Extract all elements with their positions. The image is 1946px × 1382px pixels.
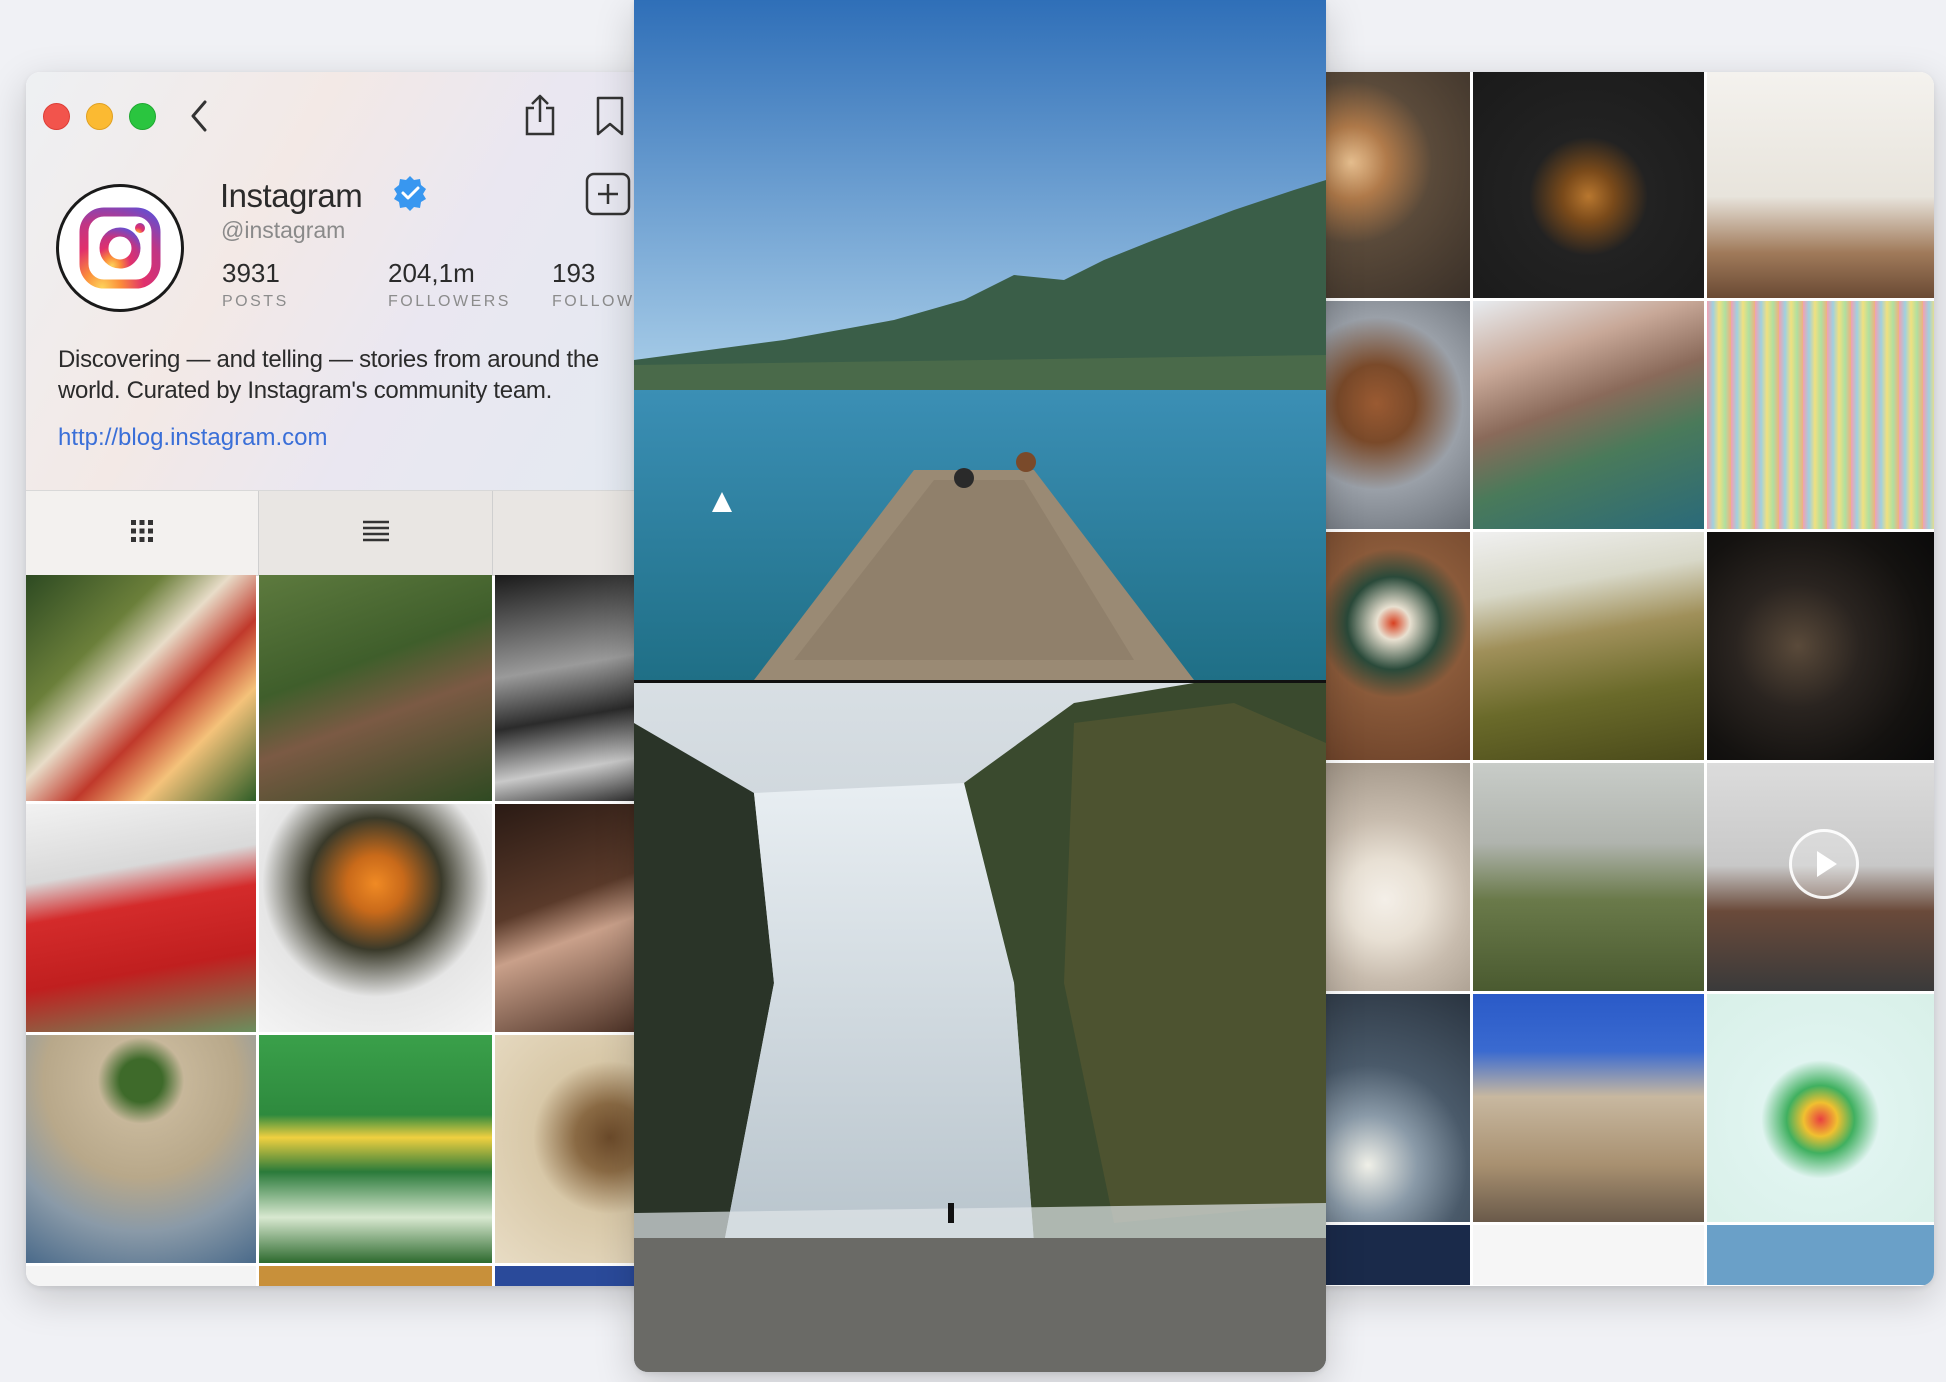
photo-woman-rooftop-video[interactable] — [1707, 763, 1934, 991]
photo-olympic-medals[interactable] — [259, 1035, 492, 1263]
featured-photo-lake-pier[interactable] — [634, 0, 1326, 680]
photo-cat-litter-robot[interactable] — [1707, 72, 1934, 298]
stat-posts-value: 3931 — [222, 258, 280, 288]
stat-posts[interactable]: 3931 POSTS — [222, 258, 289, 311]
explore-grid — [1300, 72, 1934, 1285]
photo-rock-formation[interactable] — [1473, 994, 1704, 1222]
featured-panel — [634, 0, 1326, 1372]
bookmark-icon[interactable] — [592, 94, 628, 138]
profile-link[interactable]: http://blog.instagram.com — [58, 424, 327, 452]
photo-partial[interactable] — [259, 1266, 492, 1286]
plus-square-icon[interactable] — [584, 170, 632, 218]
profile-name: Instagram — [220, 177, 363, 214]
play-icon[interactable] — [1788, 829, 1859, 899]
share-icon[interactable] — [520, 92, 560, 138]
photo-picnic[interactable] — [26, 575, 256, 801]
photo-basketball-team[interactable] — [26, 804, 256, 1032]
stat-followers-label: FOLLOWERS — [388, 293, 511, 310]
profile-window: Instagram @instagram 3931 POSTS 204,1m F… — [26, 72, 686, 1286]
profile-bio: Discovering — and telling — stories from… — [58, 346, 599, 404]
photo-partial[interactable] — [1473, 1225, 1704, 1285]
photo-ram-field[interactable] — [1473, 763, 1704, 991]
photo-colorful-stripes[interactable] — [1707, 301, 1934, 529]
tab-grid[interactable] — [26, 491, 259, 575]
photo-partial[interactable] — [1707, 1225, 1934, 1285]
instagram-logo-icon — [70, 198, 170, 298]
photo-cliff-village[interactable] — [1473, 301, 1704, 529]
stat-followers[interactable]: 204,1m FOLLOWERS — [388, 258, 511, 311]
profile-handle: @instagram — [221, 217, 346, 243]
posts-grid — [26, 575, 686, 1286]
photo-aerial-plaza[interactable] — [26, 1035, 256, 1263]
zoom-window-button[interactable] — [129, 103, 156, 130]
minimize-window-button[interactable] — [86, 103, 113, 130]
avatar[interactable] — [56, 184, 184, 312]
verified-badge-icon — [391, 174, 429, 217]
photo-night-bokeh[interactable] — [1707, 532, 1934, 760]
tab-list[interactable] — [259, 491, 493, 575]
chevron-left-icon[interactable] — [184, 96, 214, 136]
photo-mountain-peacock[interactable] — [1473, 532, 1704, 760]
close-window-button[interactable] — [43, 103, 70, 130]
view-tabs — [26, 490, 686, 576]
photo-partial[interactable] — [26, 1266, 256, 1286]
profile-header: Instagram @instagram 3931 POSTS 204,1m F… — [26, 72, 686, 490]
featured-photo-waterfall[interactable] — [634, 683, 1326, 1372]
stat-posts-label: POSTS — [222, 293, 289, 310]
stat-followers-value: 204,1m — [388, 258, 475, 288]
grid-icon — [130, 519, 154, 548]
photo-burger[interactable] — [1473, 72, 1704, 298]
explore-window — [1300, 72, 1934, 1286]
photo-flower-bouquet[interactable] — [259, 804, 492, 1032]
photo-elephants[interactable] — [259, 575, 492, 801]
list-icon — [362, 519, 390, 548]
photo-gummy-tree[interactable] — [1707, 994, 1934, 1222]
